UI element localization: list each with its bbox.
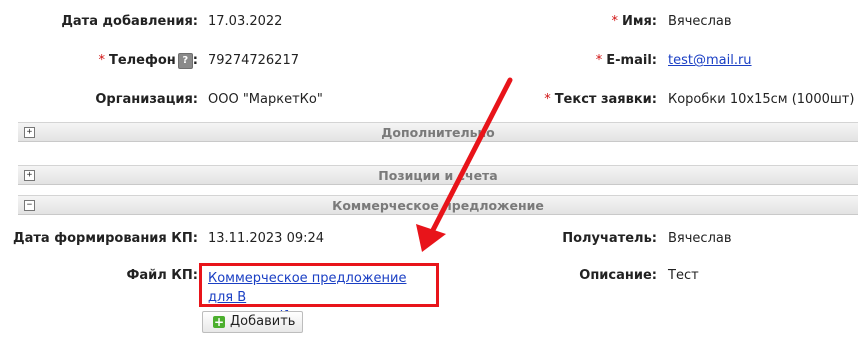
required-mark: * — [595, 53, 603, 68]
section-commercial-offer[interactable]: − Коммерческое предложение — [18, 195, 858, 215]
required-mark: * — [611, 14, 618, 29]
plus-icon: + — [213, 315, 225, 329]
organization-label: Организация: — [95, 92, 198, 107]
section-title: Дополнительно — [381, 125, 495, 140]
help-icon[interactable]: ? — [177, 53, 193, 69]
organization-value: ООО "МаркетКо" — [208, 92, 323, 107]
request-text-label: * Текст заявки: — [544, 92, 657, 107]
name-label: * Имя: — [611, 14, 657, 29]
required-mark: * — [544, 92, 551, 107]
file-label: Файл КП: — [126, 268, 198, 283]
recipient-label: Получатель: — [562, 231, 657, 246]
phone-label: * Телефон?: — [98, 53, 198, 69]
description-value: Тест — [668, 268, 699, 283]
email-link[interactable]: test@mail.ru — [668, 53, 752, 68]
request-text-label-text: Текст заявки: — [554, 92, 657, 107]
phone-label-colon: : — [192, 53, 198, 68]
add-file-button-label: Добавить — [230, 314, 296, 329]
required-mark: * — [98, 53, 105, 68]
file-link-line1[interactable]: Коммерческое предложение для В — [208, 269, 430, 307]
section-additional[interactable]: + Дополнительно — [18, 122, 858, 142]
date-added-value: 17.03.2022 — [208, 14, 283, 29]
name-value: Вячеслав — [668, 14, 732, 29]
section-positions-invoices[interactable]: + Позиции и счета — [18, 165, 858, 185]
section-title: Позиции и счета — [378, 168, 498, 183]
description-label: Описание: — [579, 268, 657, 283]
request-text-value: Коробки 10х15см (1000шт) — [668, 92, 855, 107]
file-highlight-box: Коммерческое предложение для В ячеслав.p… — [199, 263, 439, 324]
date-formed-label: Дата формирования КП: — [13, 231, 198, 246]
email-label-text: E-mail: — [606, 53, 657, 68]
section-title: Коммерческое предложение — [332, 198, 544, 213]
add-file-button[interactable]: + Добавить — [202, 311, 303, 333]
name-label-text: Имя: — [621, 14, 657, 29]
phone-value: 79274726217 — [208, 53, 299, 68]
phone-label-text: Телефон — [108, 53, 176, 68]
email-label: * E-mail: — [596, 53, 657, 68]
recipient-value: Вячеслав — [668, 231, 732, 246]
date-added-label: Дата добавления: — [61, 14, 198, 29]
date-formed-value: 13.11.2023 09:24 — [208, 231, 325, 246]
